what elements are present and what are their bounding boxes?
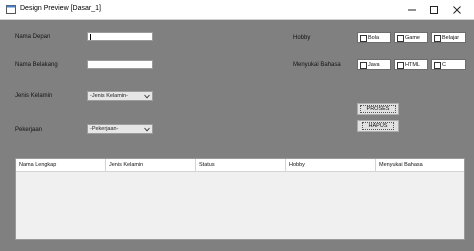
column-header-status[interactable]: Status xyxy=(196,159,286,171)
bahasa-checkbox-c[interactable]: C xyxy=(431,59,466,70)
column-header-label: Menyukai Bahasa xyxy=(379,162,423,168)
proses-button-label: PROSES xyxy=(359,105,397,113)
bahasa-option-label: C xyxy=(442,62,446,68)
column-header-nama-lengkap[interactable]: Nama Lengkap xyxy=(16,159,106,171)
bahasa-checkbox-java[interactable]: Java xyxy=(357,59,391,70)
checkbox-box xyxy=(397,35,404,42)
chevron-down-icon xyxy=(144,94,150,99)
bahasa-label: Menyukai Bahasa xyxy=(293,62,341,68)
column-header-label: Nama Lengkap xyxy=(19,162,57,168)
checkbox-box xyxy=(360,35,367,42)
table-body xyxy=(16,172,464,239)
text-caret xyxy=(90,34,91,40)
hobby-option-label: Game xyxy=(405,35,420,41)
nama-depan-label: Nama Depan xyxy=(15,34,51,40)
maximize-button[interactable] xyxy=(426,3,442,16)
jenis-kelamin-dropdown[interactable]: -Jenis Kelamin- xyxy=(87,91,153,101)
data-table[interactable]: Nama Lengkap Jenis Kelamin Status Hobby … xyxy=(15,158,465,240)
column-header-label: Hobby xyxy=(289,162,305,168)
bahasa-option-label: Java xyxy=(368,62,380,68)
checkbox-box xyxy=(434,35,441,42)
table-header: Nama Lengkap Jenis Kelamin Status Hobby … xyxy=(16,159,464,172)
nama-belakang-label: Nama Belakang xyxy=(15,62,58,68)
app-window: Design Preview [Dasar_1] Nama Depan Nama… xyxy=(0,0,474,251)
chevron-down-icon xyxy=(144,127,150,132)
hobby-option-label: Belajar xyxy=(442,35,460,41)
nama-depan-field[interactable] xyxy=(87,32,153,41)
hapus-button[interactable]: HAPUS xyxy=(357,120,399,132)
pekerjaan-label: Pekerjaan xyxy=(15,127,43,133)
column-header-label: Status xyxy=(199,162,215,168)
minimize-button[interactable] xyxy=(404,3,420,16)
checkbox-box xyxy=(434,62,441,69)
proses-button[interactable]: PROSES xyxy=(357,103,399,115)
pekerjaan-dropdown[interactable]: -Pekerjaan- xyxy=(87,124,153,134)
java-app-icon xyxy=(6,5,16,14)
nama-belakang-field[interactable] xyxy=(87,60,153,69)
window-title: Design Preview [Dasar_1] xyxy=(20,5,101,12)
hobby-checkbox-bola[interactable]: Bola xyxy=(357,32,391,43)
maximize-icon xyxy=(430,5,438,14)
minimize-icon xyxy=(408,9,416,10)
column-header-label: Jenis Kelamin xyxy=(109,162,144,168)
jenis-kelamin-selected: -Jenis Kelamin- xyxy=(90,93,128,99)
hobby-checkbox-belajar[interactable]: Belajar xyxy=(431,32,466,43)
jenis-kelamin-label: Jenis Kelamin xyxy=(15,93,53,99)
bahasa-option-label: HTML xyxy=(405,62,420,68)
title-bar: Design Preview [Dasar_1] xyxy=(0,0,474,20)
bahasa-checkbox-html[interactable]: HTML xyxy=(394,59,428,70)
column-header-menyukai-bahasa[interactable]: Menyukai Bahasa xyxy=(376,159,464,171)
checkbox-box xyxy=(360,62,367,69)
close-icon xyxy=(453,5,461,14)
close-button[interactable] xyxy=(449,3,465,16)
hapus-button-label: HAPUS xyxy=(361,122,395,130)
hobby-option-label: Bola xyxy=(368,35,380,41)
column-header-hobby[interactable]: Hobby xyxy=(286,159,376,171)
hobby-checkbox-game[interactable]: Game xyxy=(394,32,428,43)
checkbox-box xyxy=(397,62,404,69)
hobby-label: Hobby xyxy=(293,35,311,41)
pekerjaan-selected: -Pekerjaan- xyxy=(90,126,119,132)
column-header-jenis-kelamin[interactable]: Jenis Kelamin xyxy=(106,159,196,171)
